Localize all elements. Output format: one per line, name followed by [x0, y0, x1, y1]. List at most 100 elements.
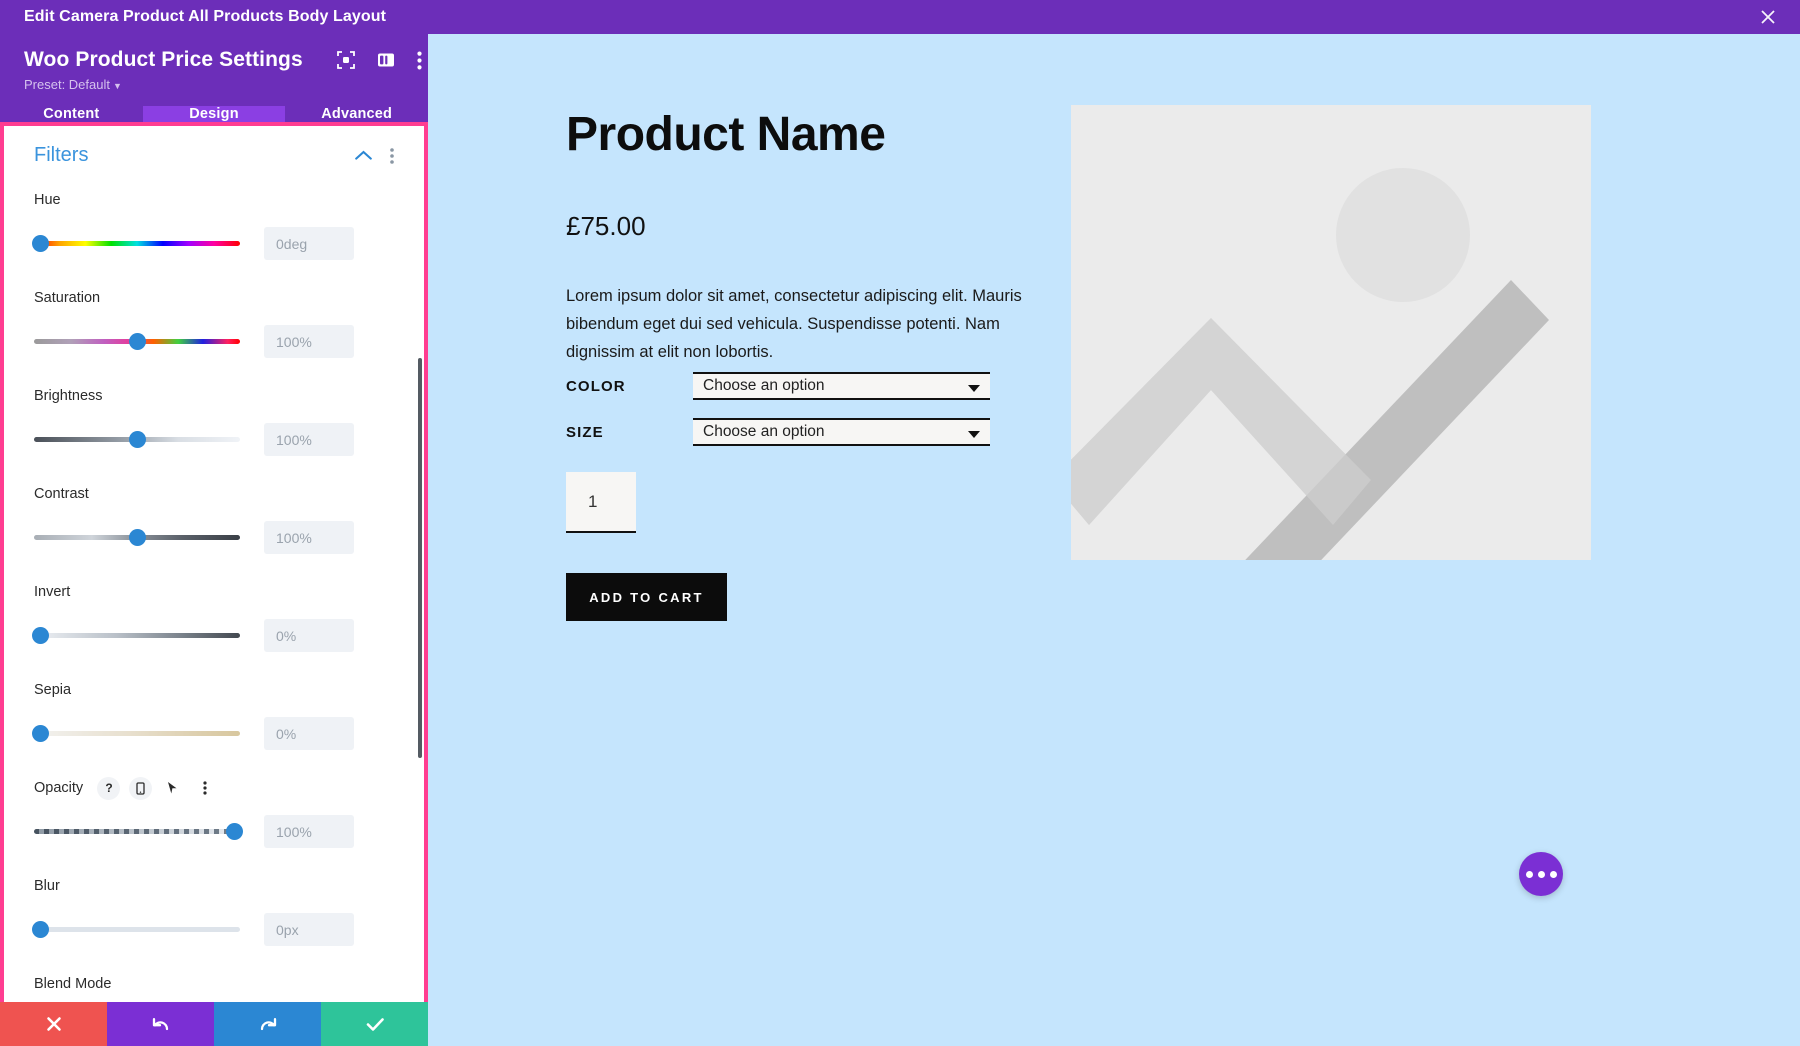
settings-panel-outline: Filters Hue 0deg Saturation 100% Brightn…	[0, 122, 428, 1046]
control-label: Hue	[34, 192, 61, 208]
invert-value-input[interactable]: 0%	[264, 619, 354, 652]
slider-knob[interactable]	[32, 920, 50, 938]
chevron-down-icon: ▼	[113, 81, 122, 91]
chevron-down-icon	[968, 385, 980, 392]
filters-section-title: Filters	[34, 144, 89, 166]
saturation-slider[interactable]	[34, 332, 240, 351]
opacity-slider[interactable]	[34, 822, 243, 841]
control-label: Opacity	[34, 780, 84, 796]
slider-knob[interactable]	[225, 822, 243, 840]
control-opacity: Opacity ? 100%	[34, 776, 394, 848]
attribute-row-color: COLOR Choose an option	[566, 372, 990, 400]
slider-knob[interactable]	[32, 234, 50, 252]
more-vertical-icon[interactable]	[390, 147, 394, 164]
fab-dot	[1537, 870, 1545, 878]
product-title: Product Name	[566, 108, 886, 161]
panel-layout-icon[interactable]	[377, 51, 395, 69]
attribute-row-size: SIZE Choose an option	[566, 418, 990, 446]
mobile-responsive-icon[interactable]	[129, 776, 153, 800]
add-to-cart-button[interactable]: ADD TO CART	[566, 573, 727, 621]
attribute-label: COLOR	[566, 377, 626, 395]
preset-selector[interactable]: Preset: Default ▼	[24, 77, 122, 92]
panel-scrollbar-thumb[interactable]	[418, 358, 422, 758]
hover-cursor-icon[interactable]	[161, 777, 184, 800]
more-horizontal-icon[interactable]	[1519, 852, 1563, 896]
contrast-slider[interactable]	[34, 528, 240, 547]
control-invert: Invert 0%	[32, 581, 394, 652]
undo-button[interactable]	[107, 1002, 214, 1046]
sepia-slider[interactable]	[32, 724, 240, 743]
slider-track	[34, 926, 240, 932]
fab-dot	[1525, 870, 1533, 878]
color-select[interactable]: Choose an option	[693, 372, 990, 400]
save-button[interactable]	[321, 1002, 428, 1046]
window-titlebar: Edit Camera Product All Products Body La…	[0, 0, 1800, 34]
contrast-value-input[interactable]: 100%	[264, 521, 354, 554]
control-option-icons: ?	[97, 776, 216, 800]
control-blur: Blur 0px	[32, 875, 394, 946]
control-label: Brightness	[34, 388, 103, 404]
chevron-down-icon	[968, 431, 980, 438]
slider-track	[34, 730, 240, 736]
control-label: Invert	[34, 584, 71, 600]
attribute-label: SIZE	[566, 423, 604, 441]
hue-slider[interactable]	[32, 234, 240, 253]
control-sepia: Sepia 0%	[32, 679, 394, 750]
close-icon[interactable]	[1758, 7, 1778, 27]
slider-knob[interactable]	[32, 626, 50, 644]
control-label: Contrast	[34, 486, 89, 502]
slider-knob[interactable]	[129, 430, 146, 448]
invert-slider[interactable]	[32, 626, 240, 645]
slider-knob[interactable]	[32, 724, 50, 742]
more-vertical-icon[interactable]	[417, 51, 422, 70]
help-icon[interactable]: ?	[97, 776, 121, 800]
image-placeholder-icon	[1071, 105, 1591, 560]
blur-slider[interactable]	[32, 920, 240, 939]
settings-tabs: Content Design Advanced	[0, 106, 428, 122]
slider-track	[34, 828, 240, 834]
slider-knob[interactable]	[129, 528, 146, 546]
control-label: Blur	[34, 878, 60, 894]
tab-content[interactable]: Content	[0, 106, 143, 122]
editor-root: Edit Camera Product All Products Body La…	[0, 0, 1800, 1046]
product-price: £75.00	[566, 211, 646, 241]
blur-value-input[interactable]: 0px	[264, 913, 354, 946]
product-description: Lorem ipsum dolor sit amet, consectetur …	[566, 287, 1022, 361]
brightness-value-input[interactable]: 100%	[264, 423, 354, 456]
color-select-value: Choose an option	[703, 377, 825, 394]
chevron-up-icon[interactable]	[355, 150, 372, 161]
page-preview: Product Name £75.00 Lorem ipsum dolor si…	[428, 34, 1800, 1046]
saturation-value-input[interactable]: 100%	[264, 325, 354, 358]
brightness-slider[interactable]	[34, 430, 240, 449]
slider-track	[34, 240, 240, 246]
size-select[interactable]: Choose an option	[693, 418, 990, 446]
control-label: Sepia	[34, 682, 72, 698]
settings-panel-header: Woo Product Price Settings Preset: Defau…	[0, 34, 428, 106]
panel-action-bar	[0, 1002, 428, 1046]
focus-target-icon[interactable]	[336, 51, 355, 69]
cancel-button[interactable]	[0, 1002, 107, 1046]
preset-label: Preset: Default	[24, 77, 110, 92]
hue-value-input[interactable]: 0deg	[264, 227, 354, 260]
window-title: Edit Camera Product All Products Body La…	[24, 8, 387, 25]
slider-knob[interactable]	[129, 332, 146, 350]
svg-text:?: ?	[105, 781, 112, 795]
control-label: Saturation	[34, 290, 101, 306]
control-saturation: Saturation 100%	[34, 287, 394, 358]
opacity-value-input[interactable]: 100%	[264, 815, 354, 848]
tab-advanced[interactable]: Advanced	[285, 106, 428, 122]
settings-panel-body: Filters Hue 0deg Saturation 100% Brightn…	[4, 126, 424, 1046]
redo-button[interactable]	[214, 1002, 321, 1046]
more-vertical-icon[interactable]	[193, 777, 216, 800]
control-label: Blend Mode	[34, 976, 112, 992]
settings-panel: Woo Product Price Settings Preset: Defau…	[0, 34, 428, 1046]
fab-dot	[1549, 870, 1557, 878]
slider-track	[34, 632, 240, 638]
tab-design[interactable]: Design	[142, 106, 286, 122]
quantity-input[interactable]: 1	[566, 472, 636, 533]
sepia-value-input[interactable]: 0%	[264, 717, 354, 750]
filters-section-header: Filters	[34, 144, 394, 167]
control-hue: Hue 0deg	[32, 189, 394, 260]
size-select-value: Choose an option	[703, 423, 825, 440]
control-contrast: Contrast 100%	[34, 483, 394, 554]
